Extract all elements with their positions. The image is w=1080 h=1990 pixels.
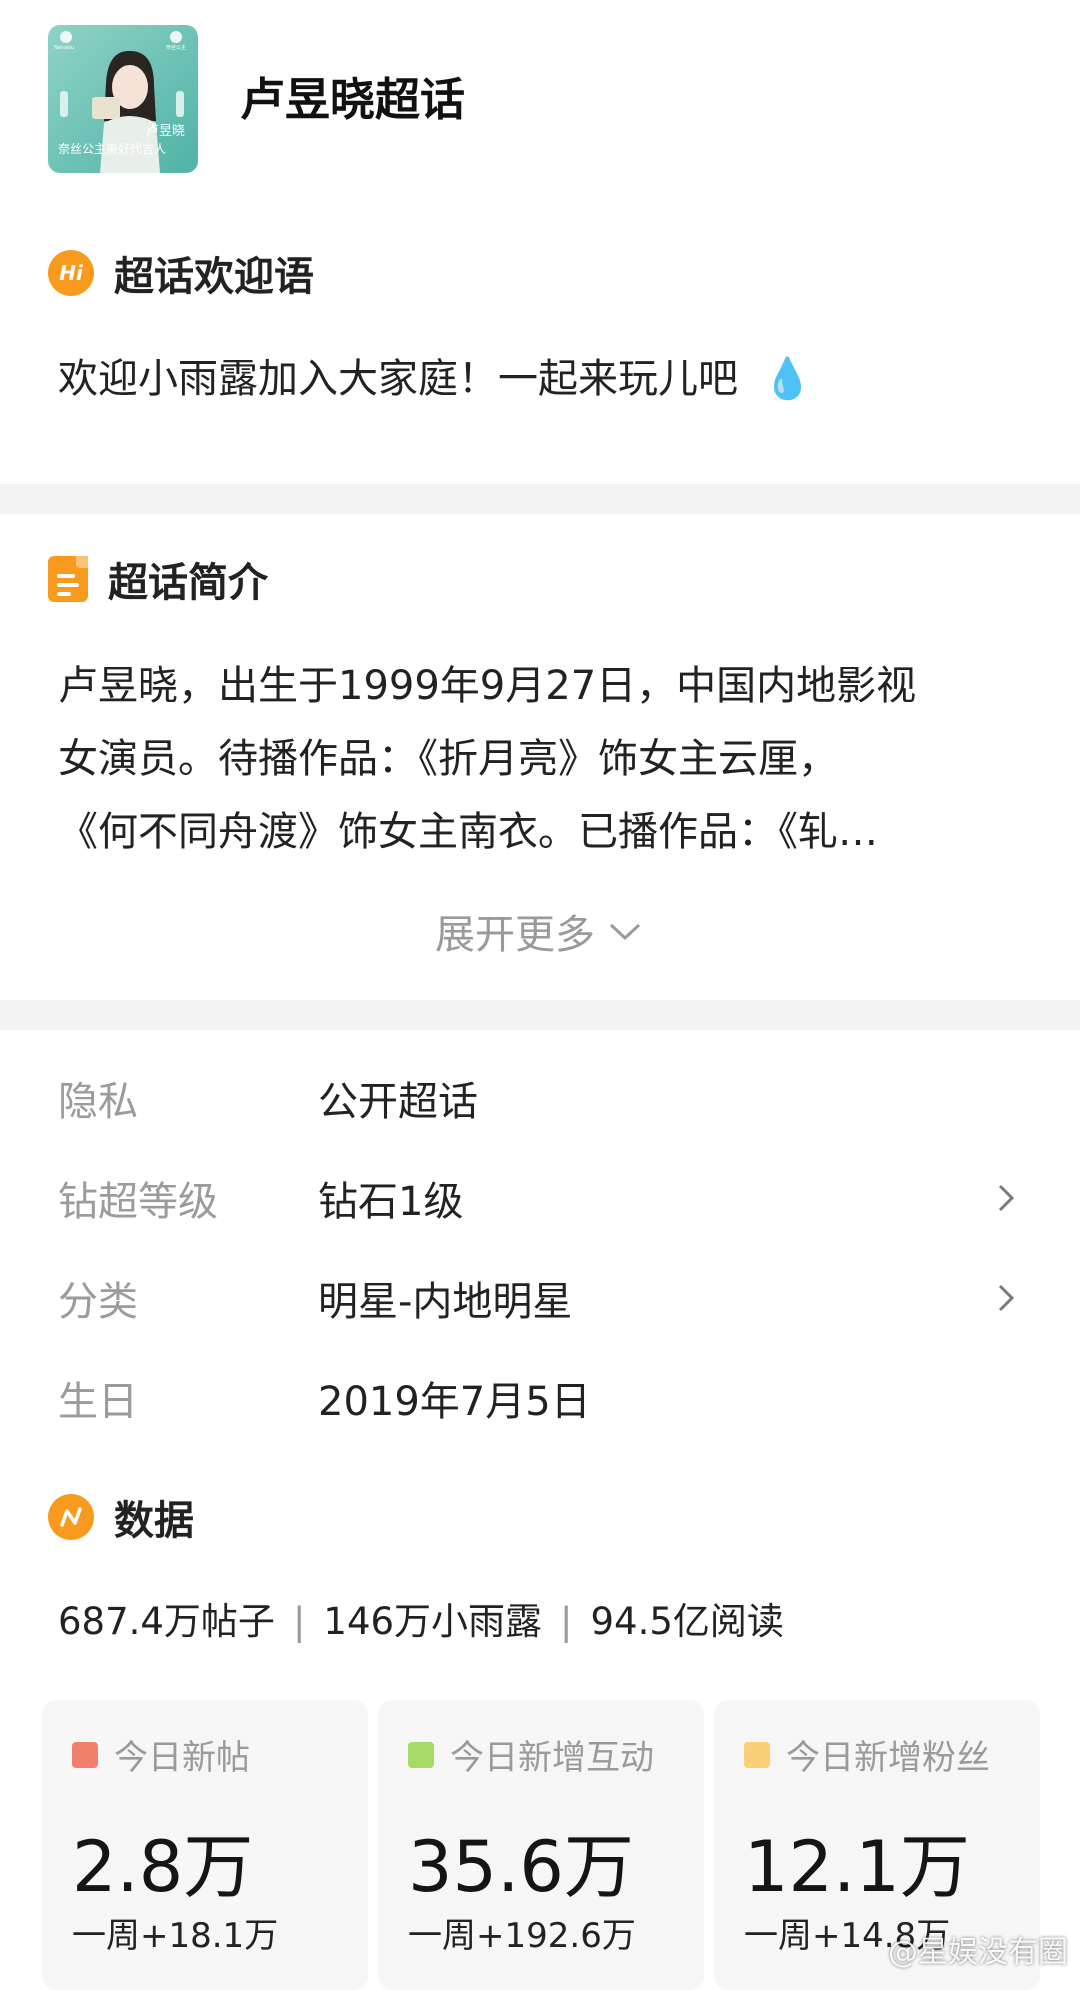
stat-week: 一周+192.6万 bbox=[408, 1916, 636, 1956]
intro-line-3: 《何不同舟渡》饰女主南衣。已播作品：《轧… bbox=[58, 809, 878, 855]
info-row-privacy: 隐私 公开超话 bbox=[58, 1068, 1038, 1128]
info-row-level[interactable]: 钻超等级 钻石1级 bbox=[58, 1168, 1038, 1228]
topic-cover-image[interactable]: 卢昱晓 奈丝公主美好代言人 Nanaisu 奈丝公主 bbox=[48, 25, 198, 173]
cover-name-text: 卢昱晓 bbox=[146, 123, 185, 139]
reads-count: 94.5亿阅读 bbox=[590, 1600, 784, 1643]
legend-swatch bbox=[408, 1741, 434, 1768]
stat-week: 一周+18.1万 bbox=[72, 1916, 279, 1956]
intro-line-1: 卢昱晓，出生于1999年9月27日，中国内地影视 bbox=[58, 663, 917, 709]
info-key: 钻超等级 bbox=[58, 1179, 218, 1225]
expand-more-label: 展开更多 bbox=[435, 912, 595, 958]
welcome-header: Hi 超话欢迎语 bbox=[48, 244, 314, 302]
intro-text: 卢昱晓，出生于1999年9月27日，中国内地影视 女演员。待播作品：《折月亮》饰… bbox=[58, 650, 1048, 869]
topic-title: 卢昱晓超话 bbox=[240, 73, 466, 126]
legend-swatch bbox=[72, 1741, 98, 1768]
stat-label: 今日新帖 bbox=[114, 1738, 250, 1778]
info-key: 隐私 bbox=[58, 1079, 138, 1125]
data-chart-icon bbox=[48, 1494, 94, 1540]
separator: | bbox=[292, 1600, 306, 1643]
intro-line-2: 女演员。待播作品：《折月亮》饰女主云厘， bbox=[58, 736, 838, 782]
section-divider bbox=[0, 1000, 1080, 1030]
info-row-category[interactable]: 分类 明星-内地明星 bbox=[58, 1268, 1038, 1328]
stat-value: 2.8万 bbox=[72, 1826, 254, 1908]
info-key: 分类 bbox=[58, 1279, 138, 1325]
cover-artwork: 卢昱晓 奈丝公主美好代言人 Nanaisu 奈丝公主 bbox=[48, 25, 198, 173]
section-divider bbox=[0, 484, 1080, 514]
separator: | bbox=[560, 1600, 573, 1643]
watermark-text: @星娱没有圈 bbox=[888, 1935, 1068, 1970]
water-drop-icon: 💧 bbox=[762, 356, 813, 402]
document-icon bbox=[48, 556, 88, 602]
data-title: 数据 bbox=[114, 1498, 194, 1544]
cover-brand-left: Nanaisu bbox=[54, 45, 74, 51]
stat-value: 35.6万 bbox=[408, 1826, 634, 1908]
posts-count: 687.4万帖子 bbox=[58, 1600, 275, 1643]
data-summary: 687.4万帖子 | 146万小雨露 | 94.5亿阅读 bbox=[58, 1592, 784, 1652]
stat-card-new-interactions: 今日新增互动 35.6万 一周+192.6万 bbox=[378, 1700, 704, 1990]
info-row-birthday: 生日 2019年7月5日 bbox=[58, 1368, 1038, 1428]
legend-swatch bbox=[744, 1741, 770, 1768]
data-header: 数据 bbox=[48, 1488, 194, 1546]
stat-value: 12.1万 bbox=[744, 1826, 970, 1908]
chevron-right-icon bbox=[998, 1184, 1015, 1212]
info-value: 2019年7月5日 bbox=[318, 1379, 591, 1425]
chevron-down-icon bbox=[609, 923, 641, 941]
info-value: 明星-内地明星 bbox=[318, 1279, 573, 1325]
info-value: 公开超话 bbox=[318, 1079, 478, 1125]
stat-card-new-posts: 今日新帖 2.8万 一周+18.1万 bbox=[42, 1700, 368, 1990]
stat-label: 今日新增粉丝 bbox=[786, 1738, 990, 1778]
welcome-text-row: 欢迎小雨露加入大家庭！一起来玩儿吧 💧 bbox=[58, 343, 813, 416]
welcome-text: 欢迎小雨露加入大家庭！一起来玩儿吧 bbox=[58, 356, 738, 402]
fans-count: 146万小雨露 bbox=[323, 1600, 543, 1643]
cover-brand-right: 奈丝公主 bbox=[166, 44, 186, 51]
hi-icon: Hi bbox=[48, 250, 94, 296]
expand-more-button[interactable]: 展开更多 bbox=[0, 902, 1080, 960]
info-key: 生日 bbox=[58, 1379, 138, 1425]
stat-label: 今日新增互动 bbox=[450, 1738, 654, 1778]
chevron-right-icon bbox=[998, 1284, 1015, 1312]
cover-caption-text: 奈丝公主美好代言人 bbox=[58, 142, 166, 156]
welcome-title: 超话欢迎语 bbox=[114, 254, 314, 300]
intro-header: 超话简介 bbox=[48, 550, 268, 608]
intro-title: 超话简介 bbox=[108, 560, 268, 606]
info-value: 钻石1级 bbox=[318, 1179, 464, 1225]
